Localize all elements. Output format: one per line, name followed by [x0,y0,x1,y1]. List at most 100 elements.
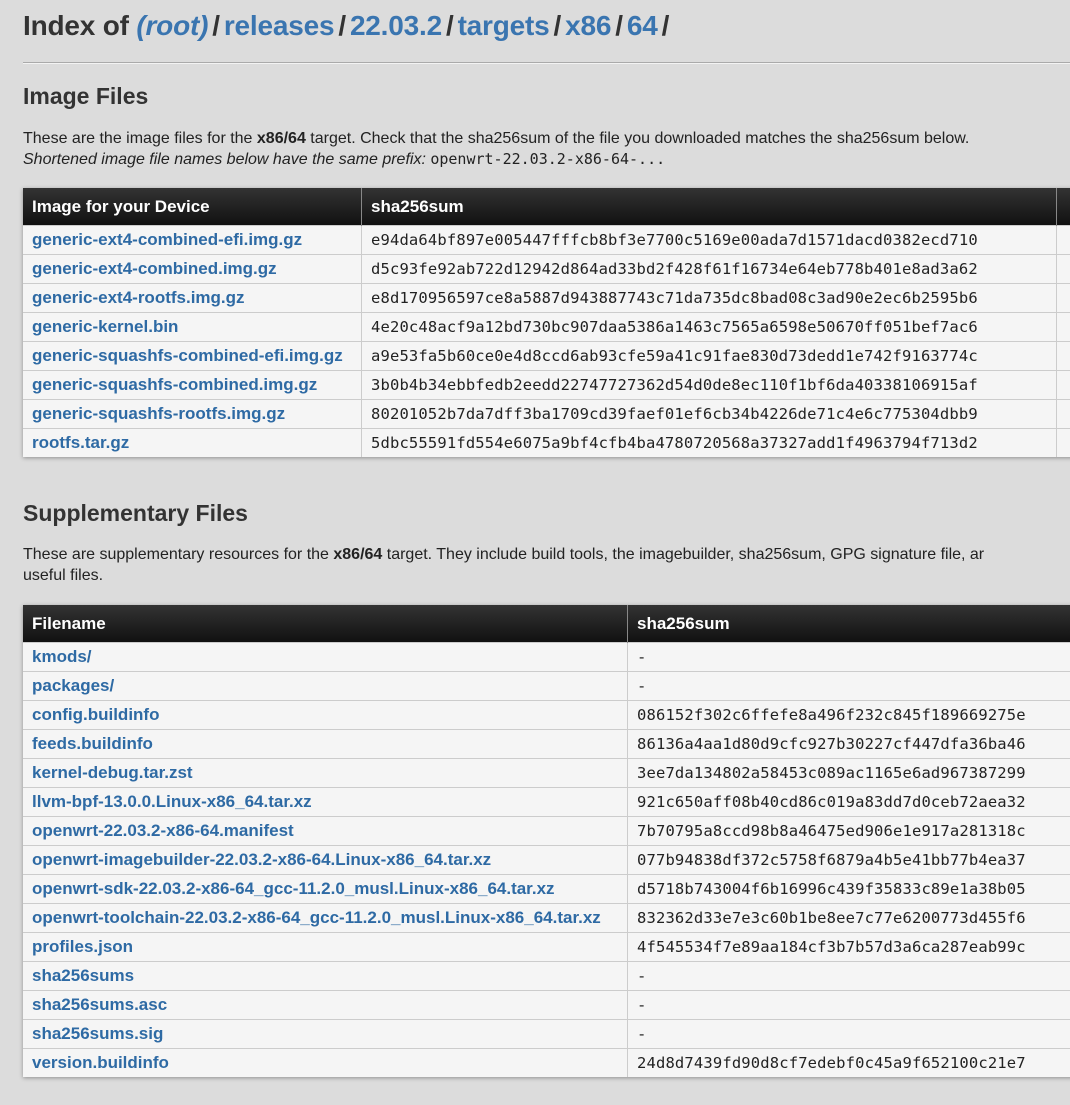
file-cell: openwrt-toolchain-22.03.2-x86-64_gcc-11.… [23,903,628,933]
sha256-cell: - [627,990,1070,1020]
table-header-row: Image for your Device sha256sum [23,188,1070,226]
column-header-sha256[interactable]: sha256sum [627,605,1070,643]
file-link[interactable]: llvm-bpf-13.0.0.Linux-x86_64.tar.xz [32,792,312,811]
file-cell: generic-ext4-rootfs.img.gz [23,283,362,313]
table-row: openwrt-toolchain-22.03.2-x86-64_gcc-11.… [23,903,1070,933]
file-link[interactable]: generic-squashfs-rootfs.img.gz [32,404,285,423]
sha256-cell: 921c650aff08b40cd86c019a83dd7d0ceb72aea3… [627,787,1070,817]
breadcrumb-root[interactable]: (root) [136,10,208,41]
sha256-cell: a9e53fa5b60ce0e4d8ccd6ab93cfe59a41c91fae… [361,341,1057,371]
file-link[interactable]: kernel-debug.tar.zst [32,763,193,782]
breadcrumb-releases[interactable]: releases [224,10,335,41]
file-cell: config.buildinfo [23,700,628,730]
breadcrumb-x86[interactable]: x86 [565,10,611,41]
sha256-cell: 86136a4aa1d80d9cfc927b30227cf447dfa36ba4… [627,729,1070,759]
file-cell: llvm-bpf-13.0.0.Linux-x86_64.tar.xz [23,787,628,817]
supplementary-files-heading: Supplementary Files [23,500,248,526]
supplementary-files-body: kmods/ - packages/ - config.buildinfo 086152f… [23,642,1070,1077]
table-row: generic-kernel.bin 4e20c48acf9a12bd730bc9… [23,312,1070,342]
breadcrumb-separator: / [445,10,454,41]
file-cell: version.buildinfo [23,1048,628,1077]
sha256-cell: 4e20c48acf9a12bd730bc907daa5386a1463c756… [361,312,1057,342]
table-row: openwrt-22.03.2-x86-64.manifest 7b70795a8… [23,816,1070,846]
column-header-image[interactable]: Image for your Device [23,188,362,226]
table-row: packages/ - [23,671,1070,701]
image-files-heading: Image Files [23,83,149,109]
table-header-row: Filename sha256sum [23,605,1070,643]
table-row: generic-ext4-combined.img.gz d5c93fe92ab7… [23,254,1070,284]
extra-cell [1056,399,1070,429]
sha256-cell: d5718b743004f6b16996c439f35833c89e1a38b0… [627,874,1070,904]
image-files-body: generic-ext4-combined-efi.img.gz e94da64b… [23,225,1070,457]
file-cell: openwrt-22.03.2-x86-64.manifest [23,816,628,846]
file-link[interactable]: generic-ext4-rootfs.img.gz [32,288,245,307]
sha256-cell: - [627,961,1070,991]
file-cell: generic-squashfs-combined.img.gz [23,370,362,400]
file-link[interactable]: openwrt-sdk-22.03.2-x86-64_gcc-11.2.0_mu… [32,879,555,898]
sha256-cell: 3b0b4b34ebbfedb2eedd22747727362d54d0de8e… [361,370,1057,400]
file-cell: profiles.json [23,932,628,962]
table-row: version.buildinfo 24d8d7439fd90d8cf7edebf… [23,1048,1070,1077]
sha256-cell: e94da64bf897e005447fffcb8bf3e7700c5169e0… [361,225,1057,255]
table-row: sha256sums.sig - [23,1019,1070,1049]
extra-cell [1056,225,1070,255]
file-cell: kernel-debug.tar.zst [23,758,628,788]
sha256-cell: 24d8d7439fd90d8cf7edebf0c45a9f652100c21e… [627,1048,1070,1077]
image-desc-text-2: target. Check that the sha256sum of the … [305,130,970,147]
file-cell: generic-ext4-combined-efi.img.gz [23,225,362,255]
sha256-cell: 80201052b7da7dff3ba1709cd39faef01ef6cb34… [361,399,1057,429]
sha256-cell: - [627,1019,1070,1049]
image-desc-target: x86/64 [256,130,306,147]
supp-desc-target: x86/64 [333,546,383,563]
file-cell: openwrt-sdk-22.03.2-x86-64_gcc-11.2.0_mu… [23,874,628,904]
file-link[interactable]: feeds.buildinfo [32,734,153,753]
breadcrumb-separator: / [553,10,562,41]
table-row: config.buildinfo 086152f302c6ffefe8a496f2… [23,700,1070,730]
table-row: openwrt-imagebuilder-22.03.2-x86-64.Linu… [23,845,1070,875]
file-link[interactable]: generic-squashfs-combined-efi.img.gz [32,346,343,365]
breadcrumb-targets[interactable]: targets [458,10,550,41]
file-link[interactable]: sha256sums.asc [32,995,167,1014]
column-header-sha256[interactable]: sha256sum [361,188,1057,226]
table-row: generic-ext4-rootfs.img.gz e8d170956597ce… [23,283,1070,313]
extra-cell [1056,428,1070,457]
table-row: generic-ext4-combined-efi.img.gz e94da64b… [23,225,1070,255]
file-link[interactable]: generic-ext4-combined.img.gz [32,259,277,278]
file-link[interactable]: openwrt-imagebuilder-22.03.2-x86-64.Linu… [32,850,491,869]
file-link[interactable]: generic-kernel.bin [32,317,178,336]
column-header-filename[interactable]: Filename [23,605,628,643]
table-row: feeds.buildinfo 86136a4aa1d80d9cfc927b302… [23,729,1070,759]
file-cell: feeds.buildinfo [23,729,628,759]
sha256-cell: d5c93fe92ab722d12942d864ad33bd2f428f61f1… [361,254,1057,284]
file-link[interactable]: openwrt-22.03.2-x86-64.manifest [32,821,294,840]
table-row: generic-squashfs-combined-efi.img.gz a9e5… [23,341,1070,371]
file-link[interactable]: generic-squashfs-combined.img.gz [32,375,317,394]
sha256-cell: 7b70795a8ccd98b8a46475ed906e1e917a281318… [627,816,1070,846]
file-link[interactable]: sha256sums.sig [32,1024,163,1043]
file-cell: rootfs.tar.gz [23,428,362,457]
file-link[interactable]: kmods/ [32,647,92,666]
file-link[interactable]: generic-ext4-combined-efi.img.gz [32,230,302,249]
file-cell: openwrt-imagebuilder-22.03.2-x86-64.Linu… [23,845,628,875]
file-link[interactable]: openwrt-toolchain-22.03.2-x86-64_gcc-11.… [32,908,601,927]
file-link[interactable]: profiles.json [32,937,133,956]
title-prefix: Index of [23,10,129,41]
breadcrumb-separator: / [212,10,220,41]
image-desc-prefix-note: Shortened image file names below have th… [23,151,431,168]
file-link[interactable]: sha256sums [32,966,134,985]
table-row: openwrt-sdk-22.03.2-x86-64_gcc-11.2.0_mu… [23,874,1070,904]
table-row: profiles.json 4f545534f7e89aa184cf3b7b57d… [23,932,1070,962]
image-files-table: Image for your Device sha256sum generic-… [23,188,1070,457]
sha256-cell: 077b94838df372c5758f6879a4b5e41bb77b4ea3… [627,845,1070,875]
file-link[interactable]: config.buildinfo [32,705,159,724]
breadcrumb-64[interactable]: 64 [627,10,658,41]
file-cell: generic-ext4-combined.img.gz [23,254,362,284]
table-row: rootfs.tar.gz 5dbc55591fd554e6075a9bf4cfb… [23,428,1070,457]
table-row: generic-squashfs-rootfs.img.gz 80201052b7… [23,399,1070,429]
breadcrumb-version[interactable]: 22.03.2 [350,10,442,41]
file-cell: packages/ [23,671,628,701]
file-link[interactable]: packages/ [32,676,114,695]
file-link[interactable]: version.buildinfo [32,1053,169,1072]
file-link[interactable]: rootfs.tar.gz [32,433,129,452]
supplementary-files-description: These are supplementary resources for th… [23,544,1070,586]
